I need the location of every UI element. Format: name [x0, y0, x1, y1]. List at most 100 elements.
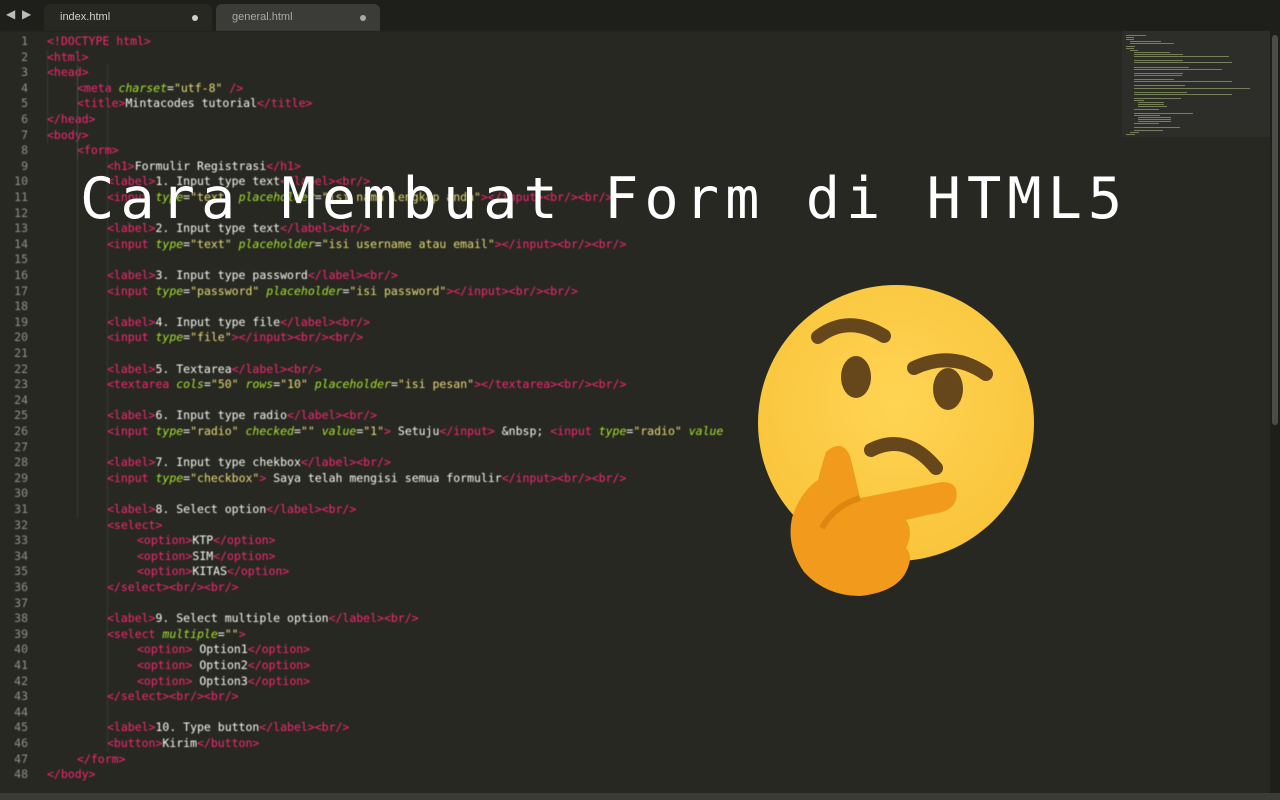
code-text: <option>SIM</option> [137, 548, 276, 563]
minimap-line [1134, 123, 1159, 125]
line-number: 4 [21, 80, 28, 95]
code-text: <option> Option2</option> [137, 658, 311, 672]
code-line[interactable]: 48 </body> [0, 767, 1100, 783]
code-line[interactable]: 42 <option> Option3</option> [0, 674, 1100, 690]
minimap-line [1134, 81, 1232, 83]
code-line[interactable]: 3 <head> [0, 65, 1100, 81]
minimap-line [1138, 116, 1171, 118]
code-line[interactable]: 5 <title>Mintacodes tutorial</title> [0, 96, 1100, 112]
tab-close-icon[interactable] [192, 15, 198, 21]
code-text: <option> Option1</option> [137, 642, 311, 657]
code-line[interactable]: 4 <meta charset="utf-8" /> [0, 81, 1100, 97]
line-number: 10 [14, 174, 28, 189]
code-text: <input type="radio" checked="" value="1"… [107, 424, 724, 438]
minimap-line [1134, 53, 1184, 55]
code-text: <body> [47, 127, 89, 142]
code-line[interactable]: 39 <select multiple=""> [0, 627, 1100, 643]
code-line[interactable]: 7 <body> [0, 128, 1100, 144]
code-line[interactable]: 14 <input type="text" placeholder="isi us… [0, 237, 1100, 253]
code-text: <label>9. Select multiple option</label>… [107, 611, 419, 626]
code-line[interactable]: 47 </form> [0, 752, 1100, 768]
minimap-line [1138, 106, 1167, 108]
line-number: 12 [14, 205, 28, 220]
minimap-line [1126, 37, 1134, 39]
line-number: 39 [14, 626, 28, 641]
thinking-face-emoji-icon [758, 285, 1034, 596]
minimap-line [1134, 129, 1163, 131]
minimap-line [1134, 56, 1229, 57]
code-text: <meta charset="utf-8" /> [77, 80, 244, 95]
line-number: 1 [21, 34, 28, 48]
code-text: <textarea cols="50" rows="10" placeholde… [107, 377, 627, 392]
minimap-line [1134, 72, 1184, 74]
code-text: </head> [47, 112, 96, 126]
line-number: 18 [14, 299, 28, 314]
tab-back-arrow-icon[interactable]: ◀ [6, 7, 15, 21]
code-line[interactable]: 44 [0, 705, 1100, 721]
tab-forward-arrow-icon[interactable]: ▶ [22, 7, 31, 21]
line-number: 16 [14, 268, 28, 282]
minimap-line [1134, 100, 1145, 102]
scrollbar-thumb[interactable] [1272, 35, 1278, 425]
line-number: 41 [14, 658, 28, 672]
code-editor[interactable]: 1 <!DOCTYPE html> 2 <html> 3 <head> 4 <meta cha… [0, 31, 1270, 793]
line-number: 46 [14, 736, 28, 750]
code-line[interactable]: 6 </head> [0, 112, 1100, 128]
code-text: <!DOCTYPE html> [47, 34, 151, 48]
line-number: 8 [21, 143, 28, 158]
code-line[interactable]: 40 <option> Option1</option> [0, 642, 1100, 658]
indent-guide [77, 49, 78, 518]
code-text: <input type="checkbox"> Saya telah mengi… [107, 470, 627, 485]
tab-general-html[interactable]: general.html [216, 4, 380, 31]
minimap-line [1138, 119, 1171, 120]
code-line[interactable]: 16 <label>3. Input type password</label><… [0, 268, 1100, 284]
minimap-line [1138, 121, 1171, 123]
code-text: <option> Option3</option> [137, 673, 311, 688]
line-number: 36 [14, 580, 28, 594]
line-number: 13 [14, 221, 28, 236]
minimap-line [1134, 127, 1180, 129]
minimap-line [1138, 102, 1164, 104]
line-number: 26 [14, 424, 28, 438]
line-number: 47 [14, 751, 28, 766]
code-text: <label>5. Textarea</label><br/> [107, 361, 322, 376]
minimap-line [1134, 74, 1183, 76]
code-line[interactable]: 41 <option> Option2</option> [0, 658, 1100, 674]
line-number: 29 [14, 470, 28, 485]
overlay-title: Cara Membuat Form di HTML5 [80, 166, 1129, 232]
tab-bar: ◀ ▶ index.html general.html [0, 0, 1280, 32]
tab-label: general.html [232, 11, 293, 23]
line-number: 24 [14, 392, 28, 407]
line-number: 9 [21, 158, 28, 173]
tab-index-html[interactable]: index.html [44, 4, 212, 31]
line-number: 14 [14, 236, 28, 251]
vertical-scrollbar[interactable] [1270, 31, 1280, 793]
code-text: <input type="file"></input><br/><br/> [107, 330, 364, 345]
code-text: <label>4. Input type file</label><br/> [107, 314, 371, 329]
code-text: </select><br/><br/> [107, 689, 239, 704]
code-line[interactable]: 38 <label>9. Select multiple option</labe… [0, 611, 1100, 627]
line-number: 45 [14, 720, 28, 735]
line-number: 40 [14, 642, 28, 657]
line-number: 19 [14, 314, 28, 329]
code-line[interactable]: 45 <label>10. Type button</label><br/> [0, 720, 1100, 736]
line-number: 5 [21, 96, 28, 111]
minimap-line [1134, 66, 1189, 68]
line-number: 48 [14, 767, 28, 782]
line-number: 31 [14, 502, 28, 516]
minimap[interactable] [1122, 31, 1270, 137]
code-line[interactable]: 1 <!DOCTYPE html> [0, 34, 1100, 50]
code-text: </form> [77, 751, 126, 766]
code-line[interactable]: 8 <form> [0, 143, 1100, 159]
code-line[interactable]: 2 <html> [0, 50, 1100, 66]
line-number: 28 [14, 455, 28, 470]
code-text: <option>KTP</option> [137, 533, 276, 548]
tab-close-icon[interactable] [360, 15, 366, 21]
code-text: </body> [47, 767, 96, 782]
code-line[interactable]: 15 [0, 252, 1100, 268]
code-text: <input type="text" placeholder="isi user… [107, 236, 627, 251]
code-line[interactable]: 46 <button>Kirim</button> [0, 736, 1100, 752]
code-text: <option>KITAS</option> [137, 564, 290, 579]
line-number: 20 [14, 330, 28, 345]
code-line[interactable]: 43 </select><br/><br/> [0, 689, 1100, 705]
